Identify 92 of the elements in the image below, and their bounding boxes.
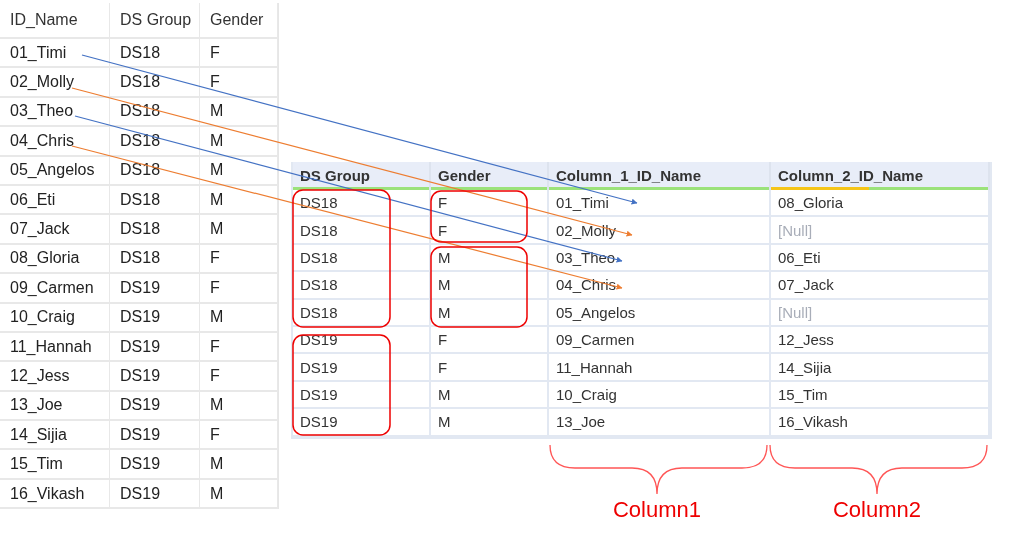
table-cell: 11_Hannah (0, 332, 110, 363)
table-cell: DS18 (110, 185, 200, 216)
table-cell: M (200, 303, 278, 333)
column-header: DS Group (110, 3, 200, 39)
table-cell: M (200, 391, 278, 422)
table-cell: M (431, 409, 549, 437)
table-cell: DS19 (293, 354, 431, 382)
table-cell: DS18 (293, 244, 431, 273)
table-cell: 12_Jess (0, 362, 110, 392)
table-cell: 15_Tim (0, 450, 110, 480)
column-header: Column_2_ID_Name (777, 167, 925, 184)
table-cell: 01_Timi (0, 39, 110, 69)
table-cell: M (200, 479, 278, 510)
table-cell: 10_Craig (549, 381, 771, 410)
table-cell: M (200, 215, 278, 245)
table-cell: DS18 (293, 217, 431, 245)
table-cell: 14_Sijia (0, 421, 110, 451)
table-cell: 08_Gloria (0, 244, 110, 275)
table-cell: 07_Jack (771, 272, 990, 300)
table-cell: 09_Carmen (0, 274, 110, 304)
table-cell: 06_Eti (0, 185, 110, 216)
table-cell: 13_Joe (0, 391, 110, 422)
table-cell: F (431, 217, 549, 245)
table-cell: 04_Chris (0, 127, 110, 157)
table-cell: M (200, 97, 278, 128)
table-cell: DS18 (293, 299, 431, 327)
table-cell: DS18 (293, 190, 431, 218)
table-cell: DS18 (110, 97, 200, 128)
table-cell: 10_Craig (0, 303, 110, 333)
table-cell: M (431, 244, 549, 273)
table-cell: M (431, 381, 549, 410)
table-cell: DS19 (110, 274, 200, 304)
table-cell: F (431, 190, 549, 218)
table-cell: 03_Theo (549, 244, 771, 273)
table-cell: DS18 (110, 156, 200, 186)
table-cell: DS19 (293, 409, 431, 437)
table-cell: DS18 (110, 215, 200, 245)
table-cell: F (200, 362, 278, 392)
table-cell: 03_Theo (0, 97, 110, 128)
table-cell: 04_Chris (549, 272, 771, 300)
table-cell: M (431, 299, 549, 327)
table-cell: DS19 (293, 381, 431, 410)
column-header: Column_1_ID_Name (555, 167, 703, 184)
table-cell: M (200, 450, 278, 480)
table-cell: 14_Sijia (771, 354, 990, 382)
table-cell: DS18 (110, 39, 200, 69)
table-cell: F (431, 326, 549, 355)
table-cell: 12_Jess (771, 326, 990, 355)
table-cell: DS18 (110, 127, 200, 157)
column-header: ID_Name (0, 3, 110, 39)
table-cell: F (431, 354, 549, 382)
column-header: Gender (200, 3, 278, 39)
table-cell: 16_Vikash (0, 479, 110, 510)
table-cell: F (200, 274, 278, 304)
table-cell: DS19 (110, 391, 200, 422)
table-cell: 16_Vikash (771, 409, 990, 437)
table-cell: [Null] (771, 299, 990, 327)
table-cell: 02_Molly (0, 68, 110, 98)
table-cell: F (200, 332, 278, 363)
table-cell: F (200, 39, 278, 69)
table-cell: 15_Tim (771, 381, 990, 410)
annotation-label: Column2 (832, 496, 921, 523)
table-cell: DS19 (110, 303, 200, 333)
table-cell: F (200, 244, 278, 275)
table-cell: 02_Molly (549, 217, 771, 245)
table-cell: 07_Jack (0, 215, 110, 245)
table-cell: DS19 (110, 362, 200, 392)
table-cell: DS19 (110, 332, 200, 363)
table-cell: 13_Joe (549, 409, 771, 437)
table-cell: 08_Gloria (771, 190, 990, 218)
table-cell: DS18 (110, 244, 200, 275)
table-cell: M (200, 127, 278, 157)
table-cell: 01_Timi (549, 190, 771, 218)
table-cell: DS19 (110, 421, 200, 451)
table-cell: 05_Angelos (0, 156, 110, 186)
table-cell: 11_Hannah (549, 354, 771, 382)
table-cell: DS19 (110, 479, 200, 510)
table-cell: F (200, 421, 278, 451)
table-cell: 05_Angelos (549, 299, 771, 327)
table-cell: M (200, 156, 278, 186)
table-cell: 06_Eti (771, 244, 990, 273)
table-cell: F (200, 68, 278, 98)
table-cell: M (200, 185, 278, 216)
table-cell: DS19 (293, 326, 431, 355)
column-header: Gender (437, 167, 492, 184)
table-cell: M (431, 272, 549, 300)
table-cell: DS18 (110, 68, 200, 98)
table-cell: [Null] (771, 217, 990, 245)
table-cell: DS19 (110, 450, 200, 480)
table-cell: 09_Carmen (549, 326, 771, 355)
table-cell: DS18 (293, 272, 431, 300)
annotation-label: Column1 (612, 496, 701, 523)
